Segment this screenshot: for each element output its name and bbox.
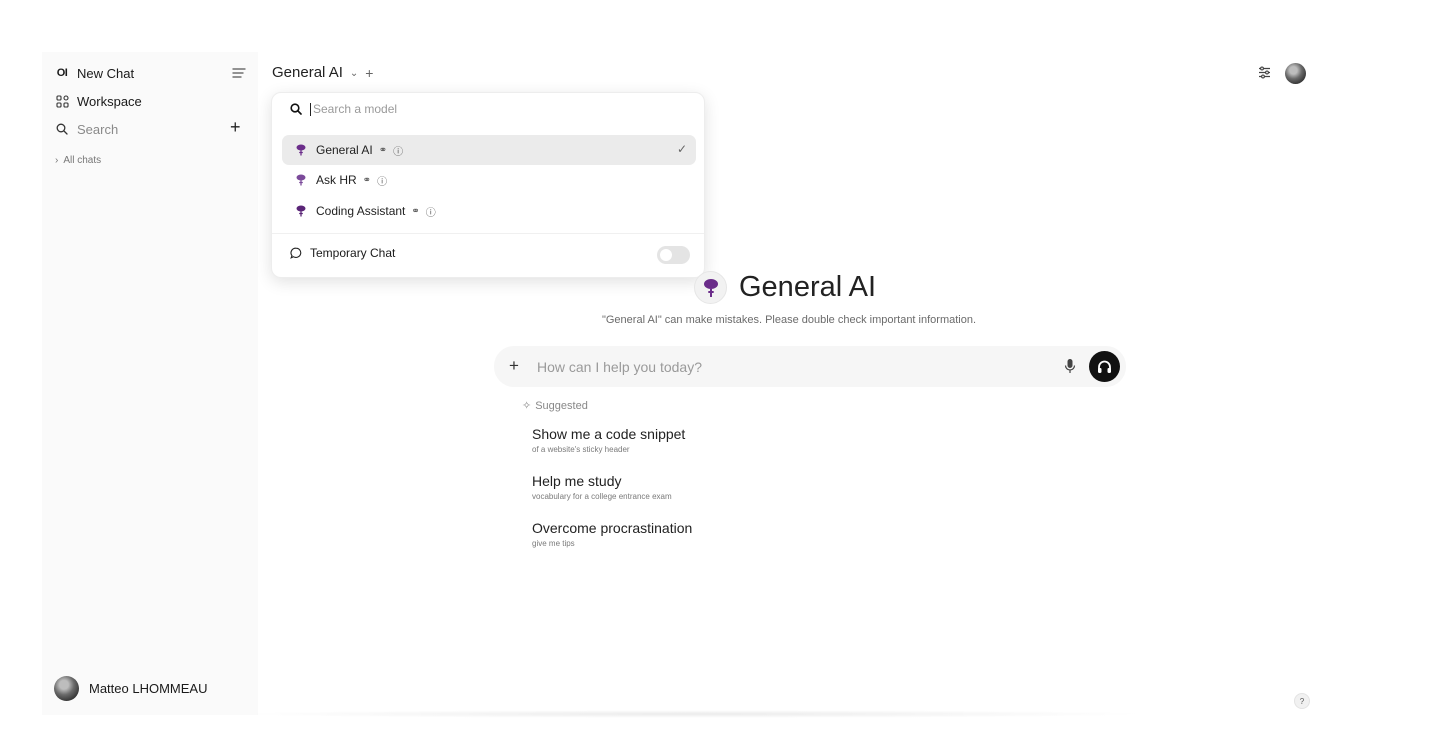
model-hero: General AI bbox=[694, 271, 876, 304]
sparkle-icon: ✧ bbox=[522, 400, 532, 412]
brain-bulb-icon bbox=[296, 144, 308, 156]
chat-input-bar: + How can I help you today? bbox=[494, 346, 1126, 387]
attach-button[interactable]: + bbox=[509, 356, 519, 376]
suggested-label: Suggested bbox=[535, 399, 588, 412]
temporary-chat-label: Temporary Chat bbox=[310, 246, 396, 260]
app-window: OI New Chat Workspace Search + › All cha… bbox=[42, 52, 1320, 718]
model-selector[interactable]: General AI ⌄ + bbox=[272, 64, 373, 81]
all-chats-folder[interactable]: › All chats bbox=[55, 155, 101, 166]
all-chats-label: All chats bbox=[63, 155, 102, 166]
link-icon: ⚭ bbox=[362, 174, 372, 186]
model-option-general-ai[interactable]: General AI ⚭ ⓘ ✓ bbox=[282, 135, 696, 165]
bottom-shadow bbox=[232, 710, 1152, 718]
model-search-input[interactable]: Search a model bbox=[290, 102, 397, 116]
add-folder-button[interactable]: + bbox=[230, 118, 241, 136]
user-avatar bbox=[54, 676, 79, 701]
header-user-avatar[interactable] bbox=[1285, 63, 1306, 84]
suggestion-item[interactable]: Show me a code snippet of a website's st… bbox=[532, 426, 685, 454]
info-icon[interactable]: ⓘ bbox=[377, 173, 387, 188]
text-caret bbox=[310, 102, 311, 116]
microphone-icon[interactable] bbox=[1064, 358, 1076, 374]
chat-input[interactable]: How can I help you today? bbox=[537, 359, 702, 375]
info-icon[interactable]: ⓘ bbox=[393, 143, 403, 158]
suggestion-subtitle: give me tips bbox=[532, 539, 575, 548]
suggested-heading: ✧ Suggested bbox=[522, 399, 588, 413]
chevron-down-icon: ⌄ bbox=[349, 68, 359, 79]
model-option-name: General AI bbox=[316, 143, 373, 157]
suggestion-item[interactable]: Overcome procrastination give me tips bbox=[532, 520, 692, 548]
page-title: General AI bbox=[739, 271, 877, 303]
chevron-right-icon: › bbox=[55, 155, 59, 166]
suggestion-title: Show me a code snippet bbox=[532, 426, 686, 442]
app-logo-icon: OI bbox=[56, 67, 68, 79]
link-icon: ⚭ bbox=[378, 144, 388, 156]
info-icon[interactable]: ⓘ bbox=[426, 204, 436, 219]
link-icon: ⚭ bbox=[411, 205, 420, 217]
sidebar-search-placeholder: Search bbox=[77, 121, 119, 137]
workspace-link[interactable]: Workspace bbox=[54, 89, 246, 113]
controls-icon[interactable] bbox=[1256, 64, 1273, 81]
dropdown-divider bbox=[272, 233, 704, 234]
model-option-coding-assistant[interactable]: Coding Assistant ⚭ ⓘ bbox=[282, 196, 696, 226]
selected-model-name: General AI bbox=[272, 64, 343, 81]
workspace-icon bbox=[54, 94, 70, 108]
search-icon bbox=[54, 123, 70, 135]
brain-bulb-icon bbox=[296, 205, 308, 217]
suggestion-subtitle: of a website's sticky header bbox=[532, 445, 630, 454]
model-option-name: Ask HR bbox=[316, 173, 357, 187]
sidebar: OI New Chat Workspace Search + › All cha… bbox=[42, 52, 258, 715]
add-model-button[interactable]: + bbox=[365, 65, 373, 81]
workspace-label: Workspace bbox=[77, 93, 142, 109]
user-menu[interactable]: Matteo LHOMMEAU bbox=[54, 676, 207, 701]
model-option-ask-hr[interactable]: Ask HR ⚭ ⓘ bbox=[282, 165, 696, 195]
disclaimer-text: "General AI" can make mistakes. Please d… bbox=[601, 314, 977, 326]
brain-bulb-icon bbox=[296, 174, 308, 186]
suggestion-title: Overcome procrastination bbox=[532, 520, 693, 536]
temporary-chat-toggle[interactable] bbox=[657, 246, 690, 264]
model-dropdown: Search a model General AI ⚭ ⓘ ✓ Ask HR ⚭… bbox=[271, 92, 705, 278]
brain-bulb-icon bbox=[694, 271, 727, 304]
voice-mode-button[interactable] bbox=[1089, 351, 1120, 382]
headphones-icon bbox=[1098, 360, 1111, 373]
help-button[interactable]: ? bbox=[1294, 693, 1310, 709]
suggestion-title: Help me study bbox=[532, 473, 622, 489]
search-icon bbox=[290, 103, 302, 115]
suggestion-subtitle: vocabulary for a college entrance exam bbox=[532, 492, 672, 501]
sidebar-toggle-icon[interactable] bbox=[231, 65, 247, 81]
suggestion-item[interactable]: Help me study vocabulary for a college e… bbox=[532, 473, 672, 501]
sidebar-search[interactable]: Search bbox=[54, 117, 246, 141]
chat-bubble-icon bbox=[290, 247, 302, 259]
temporary-chat-option[interactable]: Temporary Chat bbox=[290, 246, 395, 260]
user-name: Matteo LHOMMEAU bbox=[89, 681, 208, 696]
new-chat-label: New Chat bbox=[77, 65, 135, 81]
new-chat-button[interactable]: OI New Chat bbox=[54, 61, 246, 85]
model-option-name: Coding Assistant bbox=[316, 204, 406, 218]
model-search-placeholder: Search a model bbox=[313, 102, 398, 116]
check-icon: ✓ bbox=[676, 142, 687, 156]
